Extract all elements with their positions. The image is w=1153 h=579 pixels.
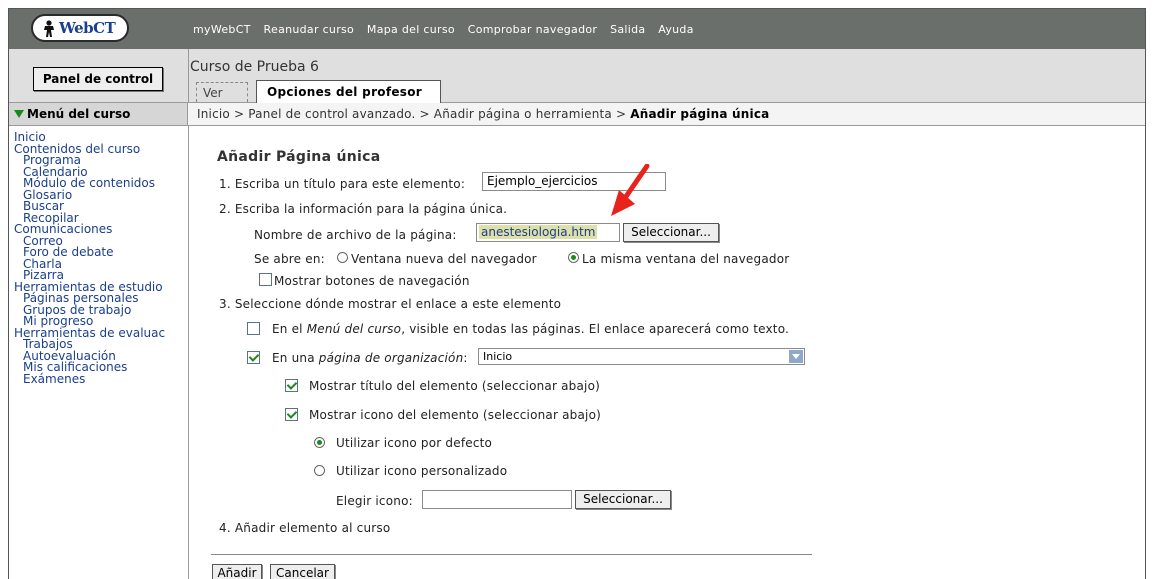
show-title-label: Mostrar título del elemento (seleccionar… xyxy=(309,379,601,393)
breadcrumb-separator: > xyxy=(616,107,627,121)
breadcrumb-separator: > xyxy=(233,107,245,121)
webct-window: WebCT myWebCT Reanudar curso Mapa del cu… xyxy=(8,8,1146,579)
form-divider xyxy=(211,554,812,555)
top-navigation: myWebCT Reanudar curso Mapa del curso Co… xyxy=(193,22,703,36)
org-page-option-italic: página de organización xyxy=(318,351,464,365)
course-menu-heading[interactable]: Menú del curso xyxy=(9,103,188,125)
step2-label: 2. Escriba la información para la página… xyxy=(219,202,508,216)
choose-icon-label: Elegir icono: xyxy=(336,494,413,508)
org-page-option-suffix: : xyxy=(463,351,468,365)
show-icon-checkbox[interactable] xyxy=(285,408,298,421)
course-title: Curso de Prueba 6 xyxy=(190,59,319,75)
same-window-radio[interactable] xyxy=(568,252,579,263)
tab-teacher-options[interactable]: Opciones del profesor xyxy=(256,80,441,103)
add-page-form: Añadir Página única 1. Escriba un título… xyxy=(189,126,1145,579)
course-menu-option-prefix: En el xyxy=(272,322,307,336)
form-heading: Añadir Página única xyxy=(217,149,381,165)
nav-mywebct[interactable]: myWebCT xyxy=(193,23,251,36)
course-menu-label: Menú del curso xyxy=(27,107,131,121)
show-nav-buttons-label: Mostrar botones de navegación xyxy=(274,274,470,288)
control-panel-button[interactable]: Panel de control xyxy=(33,67,163,91)
select-icon-button[interactable]: Seleccionar... xyxy=(575,490,671,509)
default-icon-radio[interactable] xyxy=(314,437,325,448)
custom-icon-label: Utilizar icono personalizado xyxy=(336,464,508,478)
breadcrumb-control-panel[interactable]: Panel de control avanzado. xyxy=(248,107,415,121)
sidebar-item[interactable]: Exámenes xyxy=(9,373,188,386)
nav-course-map[interactable]: Mapa del curso xyxy=(367,23,455,36)
breadcrumb-home[interactable]: Inicio xyxy=(197,107,230,121)
course-menu-option-italic: Menú del curso xyxy=(306,322,402,336)
default-icon-label: Utilizar icono por defecto xyxy=(336,436,493,450)
header-divider xyxy=(188,49,189,102)
org-page-select[interactable]: Inicio xyxy=(478,348,805,365)
breadcrumb-add-tool[interactable]: Añadir página o herramienta xyxy=(434,107,612,121)
tab-view[interactable]: Ver xyxy=(196,82,248,102)
webct-figure-icon xyxy=(44,20,54,37)
step4-label: 4. Añadir elemento al curso xyxy=(219,521,391,535)
nav-resume-course[interactable]: Reanudar curso xyxy=(264,23,355,36)
new-window-label: Ventana nueva del navegador xyxy=(351,252,537,266)
nav-check-browser[interactable]: Comprobar navegador xyxy=(468,23,598,36)
course-menu-checkbox[interactable] xyxy=(247,322,260,335)
file-name-input[interactable]: anestesiologia.htm xyxy=(476,223,620,242)
choose-icon-input[interactable] xyxy=(422,490,572,509)
nav-help[interactable]: Ayuda xyxy=(658,23,693,36)
org-page-checkbox[interactable] xyxy=(247,351,260,364)
opens-in-label: Se abre en: xyxy=(254,252,325,266)
nav-logout[interactable]: Salida xyxy=(610,23,645,36)
show-nav-buttons-checkbox[interactable] xyxy=(259,273,272,286)
breadcrumb-separator: > xyxy=(419,107,430,121)
org-page-select-value: Inicio xyxy=(483,350,513,363)
top-bar: WebCT myWebCT Reanudar curso Mapa del cu… xyxy=(9,9,1145,49)
course-menu-option-suffix: , visible en todas las páginas. El enlac… xyxy=(401,322,790,336)
webct-logo[interactable]: WebCT xyxy=(31,14,129,42)
breadcrumb: Inicio > Panel de control avanzado. > Añ… xyxy=(197,103,769,125)
triangle-down-icon xyxy=(14,109,24,118)
course-menu-option: En el Menú del curso, visible en todas l… xyxy=(272,322,789,336)
chevron-down-icon[interactable] xyxy=(789,350,803,363)
org-page-option-prefix: En una xyxy=(272,351,319,365)
breadcrumb-bar: Menú del curso Inicio > Panel de control… xyxy=(9,103,1145,126)
org-page-option: En una página de organización: xyxy=(272,351,468,365)
course-menu-sidebar: Inicio Contenidos del curso Programa Calend… xyxy=(9,126,189,579)
custom-icon-radio[interactable] xyxy=(314,465,325,476)
select-file-button[interactable]: Seleccionar... xyxy=(623,223,719,242)
course-header: Panel de control Curso de Prueba 6 Ver O… xyxy=(9,49,1145,103)
file-name-label: Nombre de archivo de la página: xyxy=(254,228,457,242)
show-title-checkbox[interactable] xyxy=(285,379,298,392)
show-icon-label: Mostrar icono del elemento (seleccionar … xyxy=(309,408,602,422)
same-window-label: La misma ventana del navegador xyxy=(582,252,790,266)
file-name-value: anestesiologia.htm xyxy=(479,225,598,239)
step3-label: 3. Seleccione dónde mostrar el enlace a … xyxy=(219,297,562,311)
step1-label: 1. Escriba un título para este elemento: xyxy=(219,177,466,191)
red-arrow-icon xyxy=(611,164,650,216)
new-window-radio[interactable] xyxy=(337,252,348,263)
logo-text: WebCT xyxy=(59,19,116,37)
breadcrumb-current: Añadir página única xyxy=(630,107,770,121)
